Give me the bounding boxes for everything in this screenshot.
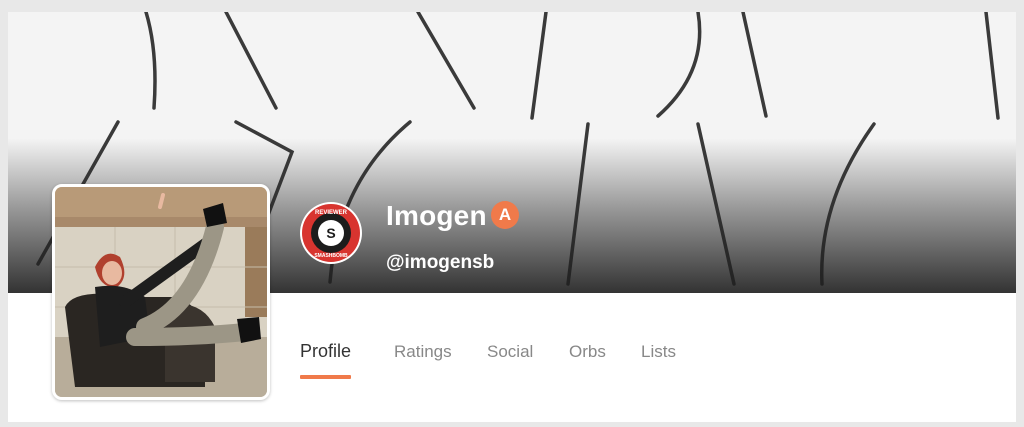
badge-bottom-text: SMASHBOMB (314, 253, 348, 259)
user-name: Imogen (386, 200, 487, 231)
tab-ratings[interactable]: Ratings (394, 342, 452, 376)
verified-icon: A (491, 201, 519, 229)
reviewer-badge: S REVIEWER SMASHBOMB (300, 202, 362, 264)
avatar-photo (55, 187, 267, 397)
user-handle: @imogensb (386, 252, 495, 273)
tab-lists[interactable]: Lists (641, 342, 676, 376)
badge-center-glyph: S (326, 225, 335, 241)
tab-orbs[interactable]: Orbs (569, 342, 606, 376)
tab-profile[interactable]: Profile (300, 341, 352, 379)
avatar[interactable] (52, 184, 270, 400)
reviewer-badge-icon: S REVIEWER SMASHBOMB (302, 204, 360, 262)
profile-card: S REVIEWER SMASHBOMB Imogen A @imogensb … (8, 12, 1016, 422)
badge-top-text: REVIEWER (315, 210, 348, 216)
tab-social[interactable]: Social (487, 342, 533, 376)
